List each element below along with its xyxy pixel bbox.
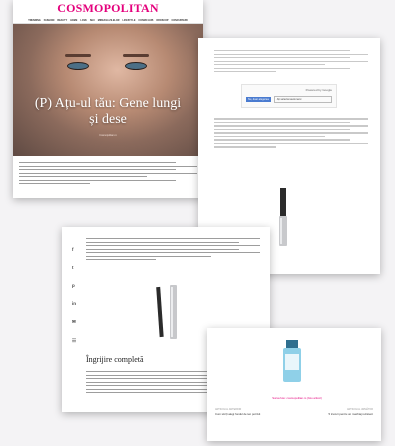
- text-line: [86, 388, 212, 390]
- text-line: [19, 172, 197, 174]
- article-intro: [13, 156, 203, 190]
- article-title: (P) Ațu-ul tău: Gene lungi și dese: [34, 96, 182, 127]
- text-line: [214, 118, 368, 120]
- article-byline: Cosmopolitan.ro: [99, 134, 117, 137]
- article-hero-card: COSMOPOLITAN Trending Fashion Beauty Hom…: [13, 0, 203, 198]
- mail-icon[interactable]: ✉: [72, 319, 76, 325]
- text-line: [214, 57, 350, 59]
- article-paragraph: [86, 236, 260, 262]
- nav-item[interactable]: Concursuri: [172, 19, 188, 22]
- nav-item[interactable]: Home: [70, 19, 77, 22]
- article-footer-card: Sursa foto: cosmopolitan.ro (foto artico…: [207, 328, 381, 441]
- hero-face-detail: [123, 54, 149, 57]
- next-label: Articolul următor: [347, 408, 373, 411]
- text-line: [214, 50, 350, 52]
- translate-powered-by: Powered by Google: [305, 88, 332, 93]
- previous-title: Cum să îți alegi fondul de ten potrivit: [215, 412, 261, 416]
- site-logo[interactable]: COSMOPOLITAN: [13, 0, 203, 17]
- main-nav: Trending Fashion Beauty Home Love Sex Mi…: [13, 17, 203, 24]
- text-line: [214, 146, 276, 148]
- hero-face-detail: [125, 62, 147, 70]
- text-line: [214, 67, 350, 69]
- hero-image: (P) Ațu-ul tău: Gene lungi și dese Cosmo…: [13, 24, 203, 156]
- hero-face-detail: [67, 62, 89, 70]
- previous-label: Articolul anterior: [215, 408, 242, 411]
- nav-item[interactable]: Sex: [90, 19, 95, 22]
- text-line: [86, 255, 212, 257]
- previous-article-link[interactable]: Articolul anterior Cum să îți alegi fond…: [215, 408, 285, 417]
- source-link[interactable]: Sursa foto: cosmopolitan.ro (foto artico…: [223, 396, 371, 400]
- nav-item[interactable]: Fashion: [44, 19, 55, 22]
- translate-button[interactable]: Nu, doar alegerea: [246, 96, 271, 102]
- share-bar: f t p in ✉ ☷: [72, 247, 76, 344]
- text-line: [19, 165, 197, 167]
- nav-item[interactable]: Love: [80, 19, 87, 22]
- next-title: 5 trucuri pentru un machiaj rezistent: [328, 412, 373, 416]
- nav-item[interactable]: Mireasa Zilelor: [98, 19, 120, 22]
- text-line: [19, 162, 176, 164]
- text-line: [214, 53, 368, 55]
- section-heading: Îngrijire completă: [86, 355, 144, 364]
- post-navigation: Articolul anterior Cum să îți alegi fond…: [215, 408, 373, 417]
- text-line: [214, 60, 368, 62]
- google-translate-widget: Powered by Google Nu, doar alegerea Ați …: [241, 84, 337, 109]
- mascara-product-image: [279, 188, 287, 246]
- pinterest-icon[interactable]: p: [72, 283, 76, 288]
- text-line: [214, 142, 368, 145]
- remover-bottle-image: [283, 340, 301, 382]
- print-icon[interactable]: ☷: [72, 338, 76, 344]
- text-line: [86, 252, 260, 254]
- nav-item[interactable]: Trending: [28, 19, 40, 22]
- nav-item[interactable]: Cosmo Hub: [138, 19, 153, 22]
- next-article-link[interactable]: Articolul următor 5 trucuri pentru un ma…: [303, 408, 373, 417]
- nav-item[interactable]: Lifestyle: [123, 19, 136, 22]
- text-line: [86, 248, 240, 250]
- mascara-product-image: [156, 285, 177, 339]
- text-line: [214, 64, 325, 66]
- language-select[interactable]: Ați selectat automat ▾: [273, 96, 332, 103]
- text-line: [214, 139, 350, 141]
- text-line: [19, 176, 148, 178]
- text-line: [19, 169, 176, 171]
- text-line: [86, 245, 260, 247]
- twitter-icon[interactable]: t: [72, 265, 76, 270]
- facebook-icon[interactable]: f: [72, 247, 76, 252]
- text-line: [19, 183, 91, 185]
- text-line: [214, 71, 276, 73]
- text-line: [19, 179, 176, 181]
- text-line: [86, 238, 260, 240]
- text-line: [214, 121, 350, 124]
- text-line: [214, 132, 368, 134]
- text-line: [86, 241, 240, 243]
- hero-face-detail: [65, 54, 91, 57]
- nav-item[interactable]: Oroscop: [156, 19, 168, 22]
- text-line: [214, 125, 368, 127]
- nav-item[interactable]: Beauty: [57, 19, 67, 22]
- text-line: [214, 128, 350, 131]
- text-line: [86, 259, 156, 261]
- text-line: [214, 135, 325, 138]
- linkedin-icon[interactable]: in: [72, 301, 76, 306]
